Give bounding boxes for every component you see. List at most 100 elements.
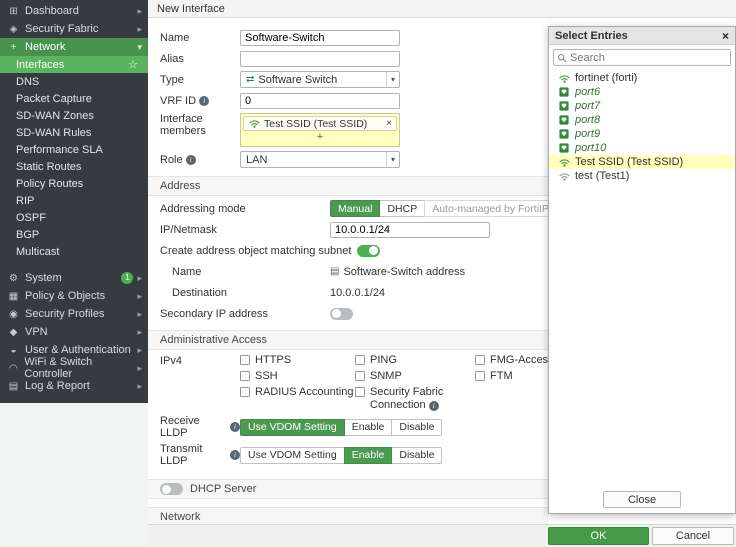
alias-input[interactable] — [240, 50, 400, 67]
system-icon: ⚙ — [9, 272, 18, 284]
sidebar-item-policy-routes[interactable]: Policy Routes — [0, 175, 148, 192]
role-select[interactable]: LAN ▾ — [240, 151, 400, 168]
checkbox-https[interactable]: HTTPS — [240, 354, 355, 366]
entry-port7[interactable]: port7 — [549, 99, 735, 113]
ok-button[interactable]: OK — [548, 527, 649, 545]
port-icon — [558, 101, 570, 111]
add-member-button[interactable]: + — [243, 131, 397, 144]
secondary-ip-label: Secondary IP address — [160, 307, 269, 320]
receive-lldp-enable[interactable]: Enable — [343, 418, 393, 436]
receive-lldp-label: Receive LLDP — [160, 415, 200, 440]
destination-label: Destination — [172, 286, 228, 299]
select-entries-title: Select Entries — [555, 29, 628, 42]
sidebar-item-dns[interactable]: DNS — [0, 73, 148, 90]
cancel-button[interactable]: Cancel — [652, 527, 734, 545]
sidebar-item-dashboard[interactable]: ⊞ Dashboard ▸ — [0, 2, 148, 20]
entry-port9[interactable]: port9 — [549, 127, 735, 141]
wifi-icon — [558, 74, 570, 83]
info-icon: i — [230, 422, 240, 433]
interface-form: Name Alias Type ⇄ Software Switch ▾ VRF … — [148, 19, 548, 524]
dhcp-server-toggle[interactable] — [160, 483, 183, 496]
create-address-object-toggle[interactable] — [357, 244, 381, 257]
vpn-icon: ◆ — [9, 326, 18, 338]
entry-search — [553, 49, 731, 66]
wifi-icon — [248, 119, 260, 128]
role-label: Role — [160, 153, 183, 166]
chevron-down-icon: ▾ — [137, 41, 142, 52]
ip-netmask-row: IP/Netmask — [160, 221, 548, 238]
checkbox-radius-accounting[interactable]: RADIUS Accounting — [240, 386, 355, 398]
star-icon[interactable]: ☆ — [128, 58, 138, 71]
sidebar-item-system[interactable]: ⚙ System 1 ▸ — [0, 269, 148, 287]
addressing-mode-label: Addressing mode — [160, 202, 246, 215]
secondary-ip-toggle[interactable] — [330, 307, 353, 320]
sidebar-item-packet-capture[interactable]: Packet Capture — [0, 90, 148, 107]
ipv4-access-row: IPv4 HTTPS SSH RADIUS Accounting PING SN… — [160, 354, 548, 411]
sidebar-item-performance-sla[interactable]: Performance SLA — [0, 141, 148, 158]
remove-tag-icon[interactable]: × — [386, 118, 392, 129]
entry-test-ssid[interactable]: Test SSID (Test SSID) — [549, 155, 735, 169]
dhcp-server-row: DHCP Server — [148, 479, 548, 500]
checkbox-icon — [475, 371, 485, 381]
name-input[interactable] — [240, 29, 400, 46]
member-tag[interactable]: Test SSID (Test SSID) × — [243, 116, 397, 131]
checkbox-ftm[interactable]: FTM — [475, 370, 548, 382]
sidebar-item-label: Security Fabric — [25, 23, 99, 35]
sidebar-item-vpn[interactable]: ◆ VPN ▸ — [0, 323, 148, 341]
checkbox-fmg-access[interactable]: FMG-Access — [475, 354, 548, 366]
receive-lldp-group: Use VDOM Setting Enable Disable — [240, 418, 443, 436]
checkbox-security-fabric-connection[interactable]: Security Fabric Connection i — [355, 386, 475, 411]
name-row: Name — [160, 29, 548, 46]
sidebar-item-security-profiles[interactable]: ◉ Security Profiles ▸ — [0, 305, 148, 323]
search-icon — [554, 53, 570, 63]
addressing-mode-dhcp[interactable]: DHCP — [379, 200, 426, 217]
receive-lldp-disable[interactable]: Disable — [391, 418, 443, 436]
search-input[interactable] — [570, 50, 730, 65]
type-row: Type ⇄ Software Switch ▾ — [160, 71, 548, 88]
transmit-lldp-label: Transmit LLDP — [160, 443, 203, 468]
sidebar-item-security-fabric[interactable]: ◈ Security Fabric ▸ — [0, 20, 148, 38]
sidebar-item-rip[interactable]: RIP — [0, 192, 148, 209]
ip-netmask-input[interactable] — [330, 221, 490, 238]
sidebar-item-interfaces[interactable]: Interfaces ☆ — [0, 56, 148, 73]
vrf-input[interactable] — [240, 92, 400, 109]
entry-port10[interactable]: port10 — [549, 141, 735, 155]
sidebar-item-network[interactable]: + Network ▾ — [0, 38, 148, 56]
sidebar-item-multicast[interactable]: Multicast — [0, 243, 148, 260]
network-icon: + — [10, 41, 17, 53]
checkbox-ssh[interactable]: SSH — [240, 370, 355, 382]
sidebar-item-policy-objects[interactable]: ▦ Policy & Objects ▸ — [0, 287, 148, 305]
addressing-mode-manual[interactable]: Manual — [330, 200, 381, 217]
sidebar-item-static-routes[interactable]: Static Routes — [0, 158, 148, 175]
software-switch-icon: ⇄ — [246, 74, 255, 85]
entry-list: fortinet (forti) port6 port7 port8 port9… — [549, 69, 735, 487]
sidebar-item-bgp[interactable]: BGP — [0, 226, 148, 243]
addressing-mode-group: Manual DHCP Auto-managed by FortiIPAM — [330, 200, 548, 217]
sidebar-item-sdwan-zones[interactable]: SD-WAN Zones — [0, 107, 148, 124]
type-select[interactable]: ⇄ Software Switch ▾ — [240, 71, 400, 88]
addressing-mode-auto[interactable]: Auto-managed by FortiIPAM — [424, 200, 548, 217]
checkbox-snmp[interactable]: SNMP — [355, 370, 475, 382]
sidebar-network-children: Interfaces ☆ DNS Packet Capture SD-WAN Z… — [0, 56, 148, 260]
port-icon — [558, 87, 570, 97]
entry-port6[interactable]: port6 — [549, 85, 735, 99]
close-button[interactable]: Close — [603, 491, 681, 508]
checkbox-ping[interactable]: PING — [355, 354, 475, 366]
transmit-lldp-disable[interactable]: Disable — [391, 446, 443, 464]
transmit-lldp-enable[interactable]: Enable — [343, 446, 393, 464]
select-entries-panel: Select Entries × fortinet (forti) port6 … — [548, 26, 736, 514]
close-icon[interactable]: × — [722, 30, 729, 42]
sidebar-item-wifi-switch-controller[interactable]: ◠ WiFi & Switch Controller ▸ — [0, 356, 148, 380]
receive-lldp-vdom[interactable]: Use VDOM Setting — [240, 418, 345, 436]
port-icon — [558, 143, 570, 153]
interface-members-box: Test SSID (Test SSID) × + — [240, 113, 400, 147]
sidebar-item-sdwan-rules[interactable]: SD-WAN Rules — [0, 124, 148, 141]
entry-port8[interactable]: port8 — [549, 113, 735, 127]
sidebar-item-ospf[interactable]: OSPF — [0, 209, 148, 226]
interface-members-row: Interface members Test SSID (Test SSID) … — [160, 113, 548, 147]
security-profiles-icon: ◉ — [9, 308, 18, 320]
transmit-lldp-vdom[interactable]: Use VDOM Setting — [240, 446, 345, 464]
entry-fortinet[interactable]: fortinet (forti) — [549, 71, 735, 85]
entry-test1[interactable]: test (Test1) — [549, 169, 735, 183]
chevron-right-icon: ▸ — [137, 23, 142, 34]
